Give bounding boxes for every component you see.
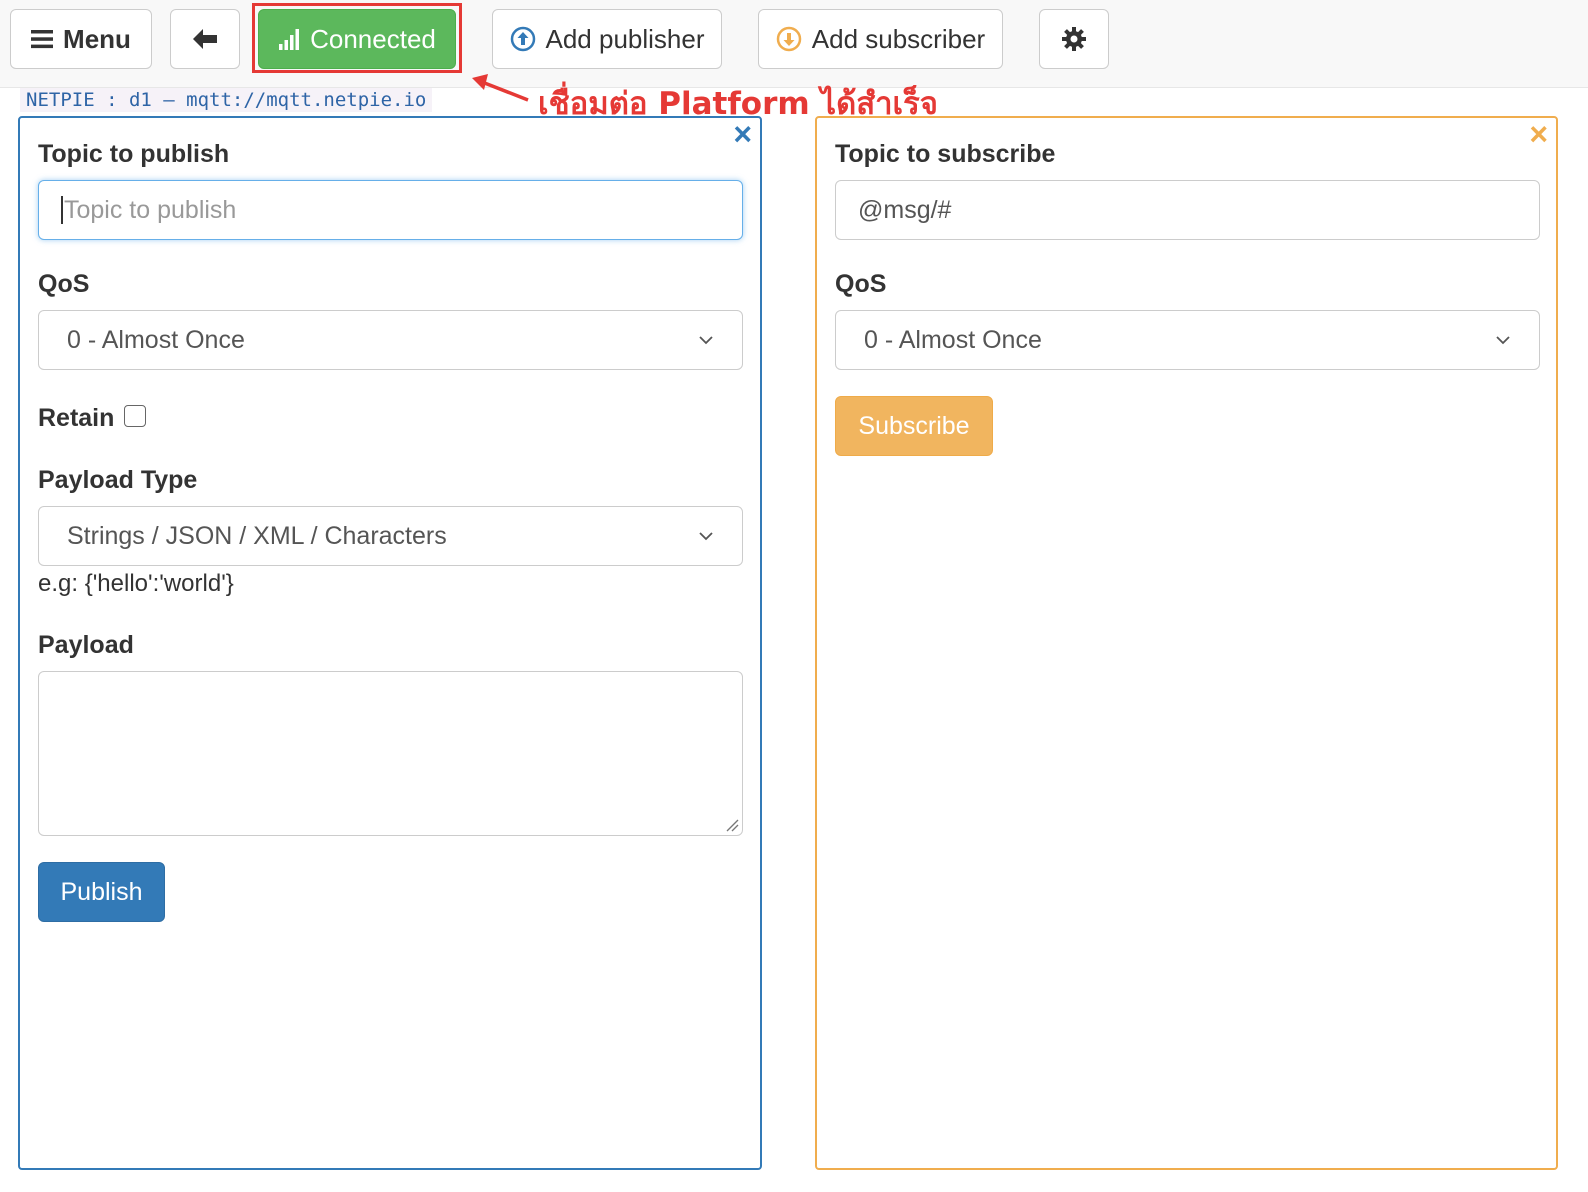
arrow-circle-up-icon	[510, 26, 535, 52]
close-subscriber-icon[interactable]: ×	[1529, 118, 1548, 150]
hamburger-icon	[31, 30, 54, 49]
text-caret	[61, 196, 63, 224]
annotation-arrow-icon	[472, 74, 529, 102]
payload-type-label: Payload Type	[38, 466, 198, 494]
annotation-highlight-box	[252, 3, 462, 73]
add-publisher-label: Add publisher	[545, 23, 705, 54]
add-subscriber-label: Add subscriber	[811, 23, 986, 54]
topic-to-publish-label: Topic to publish	[38, 140, 230, 168]
retain-label: Retain	[38, 404, 115, 432]
gear-icon	[1062, 27, 1086, 51]
subscribe-button[interactable]: Subscribe	[835, 396, 993, 456]
settings-button[interactable]	[1039, 9, 1109, 69]
payload-hint: e.g: {'hello':'world'}	[38, 570, 234, 597]
chevron-down-icon	[699, 532, 713, 541]
publisher-panel: × Topic to publish Topic to publish QoS …	[18, 116, 762, 1170]
publish-topic-placeholder: Topic to publish	[64, 195, 237, 224]
payload-label: Payload	[38, 631, 134, 659]
menu-button[interactable]: Menu	[10, 9, 152, 69]
add-publisher-button[interactable]: Add publisher	[492, 9, 722, 69]
menu-button-label: Menu	[63, 23, 131, 54]
connection-info: NETPIE : d1 – mqtt://mqtt.netpie.io	[20, 88, 433, 112]
subscribe-topic-value: @msg/#	[858, 195, 952, 224]
payload-textarea[interactable]	[38, 671, 743, 836]
resize-grip-icon[interactable]	[725, 818, 739, 832]
subscriber-panel: × Topic to subscribe @msg/# QoS 0 - Almo…	[815, 116, 1558, 1170]
chevron-down-icon	[699, 336, 713, 345]
publish-qos-label: QoS	[38, 270, 90, 298]
arrow-circle-down-icon	[776, 26, 802, 52]
subscribe-topic-input[interactable]: @msg/#	[835, 180, 1540, 240]
subscribe-qos-label: QoS	[835, 270, 887, 298]
toolbar: Menu Connected Add publisher Add subscri…	[0, 0, 1588, 88]
payload-type-value: Strings / JSON / XML / Characters	[67, 521, 447, 550]
close-publisher-icon[interactable]: ×	[733, 118, 752, 150]
add-subscriber-button[interactable]: Add subscriber	[758, 9, 1003, 69]
topic-to-subscribe-label: Topic to subscribe	[835, 140, 1056, 168]
chevron-down-icon	[1496, 336, 1510, 345]
back-button[interactable]	[170, 9, 240, 69]
subscribe-qos-value: 0 - Almost Once	[864, 325, 1042, 354]
payload-type-select[interactable]: Strings / JSON / XML / Characters	[38, 506, 743, 566]
publish-qos-select[interactable]: 0 - Almost Once	[38, 310, 743, 370]
publish-button-label: Publish	[60, 877, 143, 906]
arrow-left-icon	[193, 29, 217, 49]
publish-button[interactable]: Publish	[38, 862, 165, 922]
subscribe-button-label: Subscribe	[858, 411, 970, 440]
publish-qos-value: 0 - Almost Once	[67, 325, 245, 354]
publish-topic-input[interactable]: Topic to publish	[38, 180, 743, 240]
retain-checkbox[interactable]	[124, 405, 146, 427]
subscribe-qos-select[interactable]: 0 - Almost Once	[835, 310, 1540, 370]
